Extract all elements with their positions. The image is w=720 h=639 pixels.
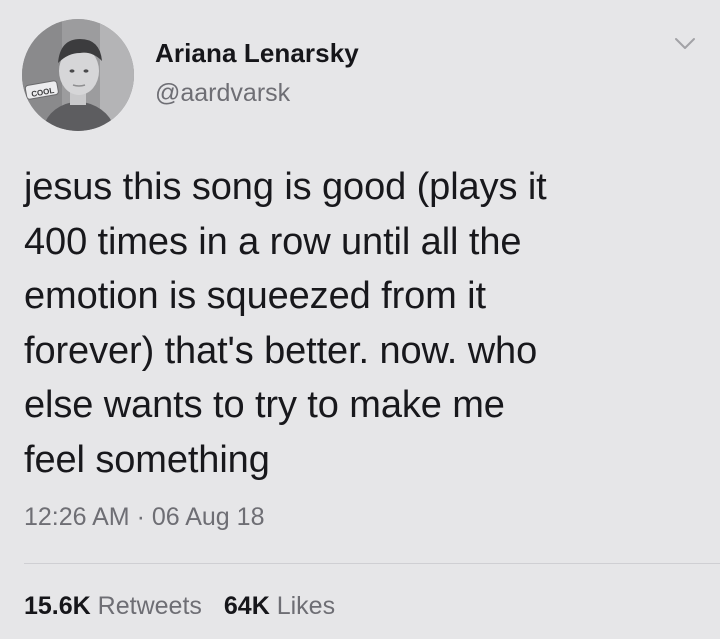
tweet-date: 06 Aug 18 — [151, 503, 265, 531]
retweets-stat[interactable]: 15.6K Retweets — [24, 592, 202, 620]
divider — [24, 563, 720, 564]
tweet-stats: 15.6K Retweets 64K Likes — [24, 592, 335, 621]
author-handle[interactable]: @aardvarsk — [155, 79, 290, 108]
chevron-down-icon[interactable] — [672, 30, 698, 56]
tweet-text: jesus this song is good (plays it 400 ti… — [24, 166, 547, 481]
meta-separator: · — [129, 503, 152, 531]
likes-count: 64K — [223, 592, 270, 620]
tweet-timestamp[interactable]: 12:26 AM · 06 Aug 18 — [24, 503, 264, 532]
likes-label: Likes — [276, 592, 336, 620]
likes-stat[interactable]: 64K Likes — [224, 592, 335, 620]
avatar[interactable]: COOL — [22, 19, 134, 131]
tweet-time: 12:26 AM — [24, 503, 130, 531]
avatar-image: COOL — [22, 19, 134, 131]
author-name[interactable]: Ariana Lenarsky — [155, 38, 359, 69]
retweets-label: Retweets — [97, 592, 202, 620]
tweet-card: COOL Ariana Lenarsky @aardvarsk jesus th… — [0, 0, 720, 639]
retweets-count: 15.6K — [24, 592, 91, 620]
